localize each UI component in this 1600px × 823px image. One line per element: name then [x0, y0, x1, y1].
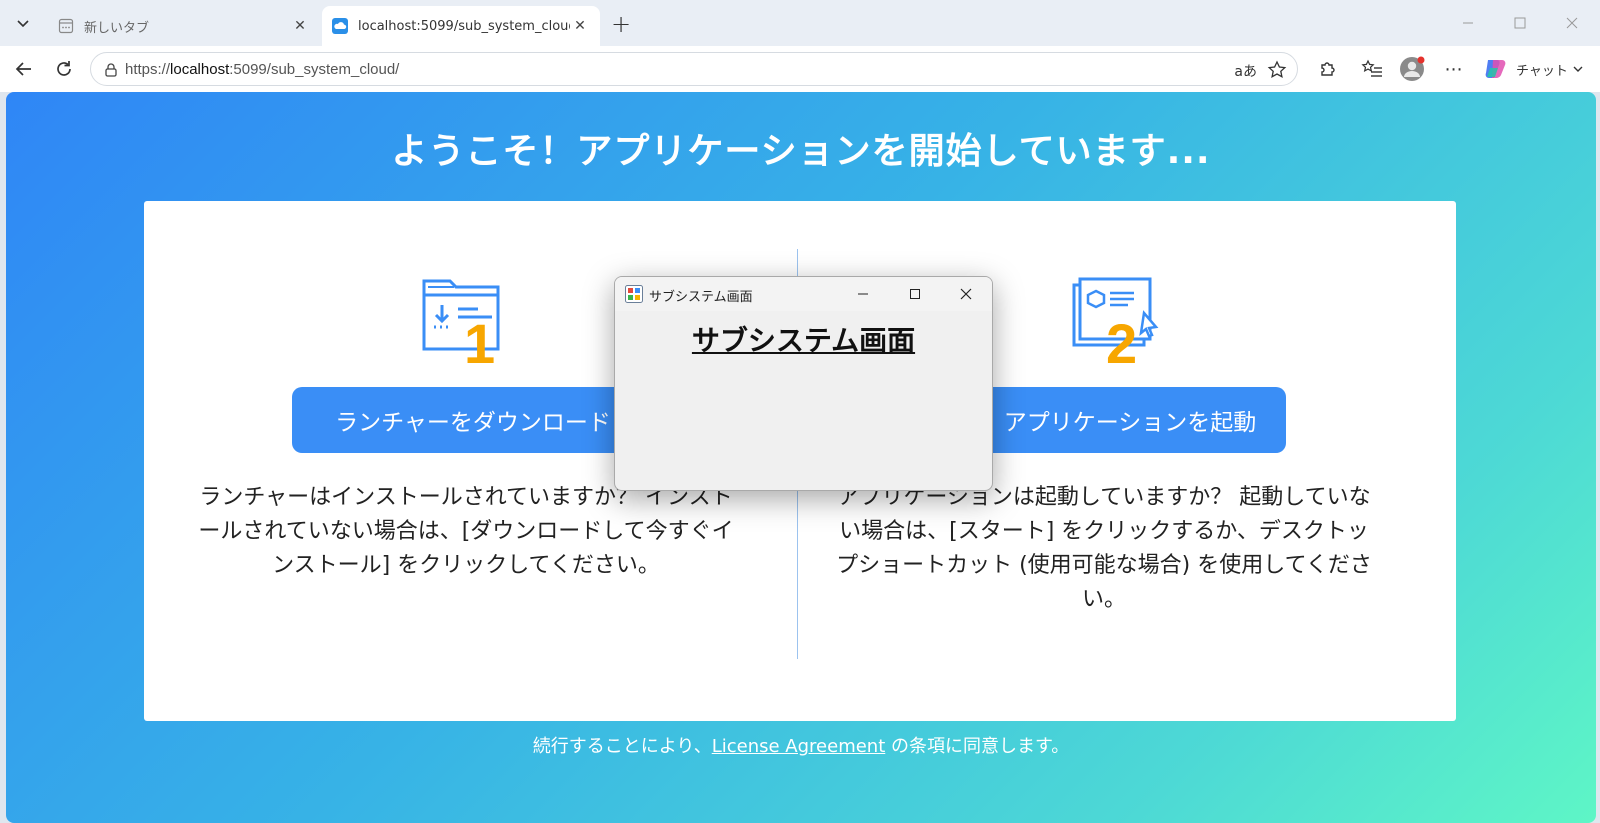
favorite-star-icon[interactable]: [1267, 60, 1287, 80]
footer-text-after: の条項に同意します。: [885, 736, 1070, 757]
tab-close-icon[interactable]: ✕: [570, 16, 590, 36]
refresh-icon: [57, 61, 71, 76]
step2-description: アプリケーションは起動していますか？ 起動していない場合は、[スタート] をクリ…: [836, 485, 1372, 612]
tab-new-tab[interactable]: 新しいタブ ✕: [48, 6, 320, 46]
profile-button[interactable]: [1396, 54, 1428, 84]
dialog-heading: サブシステム画面: [691, 324, 916, 357]
maximize-window-button[interactable]: [1494, 0, 1546, 46]
extensions-button[interactable]: [1312, 54, 1344, 84]
step-number: 2: [1106, 312, 1137, 367]
refresh-button[interactable]: [48, 54, 80, 84]
download-launcher-button[interactable]: ランチャーをダウンロード: [292, 387, 654, 453]
download-folder-icon: 1: [422, 279, 500, 367]
read-aloud-icon[interactable]: aあ: [1234, 61, 1257, 81]
chevron-down-icon: [1573, 66, 1583, 72]
dialog-title: サブシステム画面: [649, 290, 753, 305]
back-arrow-icon: [15, 62, 31, 76]
browser-tab-bar: 新しいタブ ✕ localhost:5099/sub_system_cloud/…: [0, 0, 1600, 46]
back-button[interactable]: [8, 54, 40, 84]
lock-icon: [105, 63, 117, 77]
dialog-minimize-button[interactable]: [837, 277, 889, 311]
copilot-label: チャット: [1516, 63, 1568, 79]
url-path: :5099/sub_system_cloud/: [229, 60, 400, 78]
url-host: localhost: [170, 60, 230, 78]
subsystem-dialog-window[interactable]: サブシステム画面 サブシステム画面: [614, 276, 993, 491]
more-dots-icon: ⋯: [1444, 58, 1464, 80]
url-text[interactable]: https://localhost:5099/sub_system_cloud/: [125, 61, 1297, 78]
copilot-icon: [1485, 60, 1506, 78]
minimize-icon: [858, 293, 868, 295]
tab-title: 新しいタブ: [84, 20, 150, 36]
copilot-chat-button[interactable]: チャット: [1478, 52, 1590, 86]
app-window-icon: [625, 285, 643, 303]
close-icon: [1566, 17, 1578, 29]
new-tab-page-icon: [58, 18, 74, 34]
footer-text-before: 続行することにより、: [532, 736, 712, 757]
browser-toolbar: https://localhost:5099/sub_system_cloud/…: [0, 46, 1600, 92]
avatar-icon: [1400, 56, 1425, 81]
minimize-window-button[interactable]: [1442, 0, 1494, 46]
tab-close-icon[interactable]: ✕: [290, 16, 310, 36]
page-headline: ようこそ！アプリケーションを開始しています...: [391, 131, 1211, 172]
step-number: 1: [464, 312, 495, 367]
step1-description: ランチャーはインストールされていますか？ インストールされていない場合は、[ダウ…: [198, 485, 734, 578]
dialog-titlebar[interactable]: サブシステム画面: [615, 277, 992, 311]
close-window-button[interactable]: [1546, 0, 1598, 46]
favorites-button[interactable]: [1356, 54, 1388, 84]
chevron-down-icon: [17, 20, 29, 28]
favorites-list-icon: [1361, 59, 1382, 77]
cloud-app-icon: [332, 18, 348, 34]
new-tab-button[interactable]: +: [606, 10, 636, 38]
puzzle-icon: [1321, 62, 1335, 76]
maximize-icon: [910, 289, 920, 299]
launch-app-icon: 2: [1072, 277, 1159, 367]
tab-title: localhost:5099/sub_system_cloud/: [358, 18, 570, 34]
tab-list-button[interactable]: [6, 8, 40, 38]
minimize-icon: [1463, 22, 1473, 24]
maximize-icon: [1514, 17, 1526, 29]
license-footer: 続行することにより、License Agreement の条項に同意します。: [6, 732, 1596, 758]
tab-localhost[interactable]: localhost:5099/sub_system_cloud/ ✕: [322, 6, 600, 46]
dialog-maximize-button[interactable]: [889, 277, 941, 311]
url-prefix: https://: [125, 60, 171, 78]
dialog-close-button[interactable]: [940, 277, 992, 311]
settings-more-button[interactable]: ⋯: [1438, 54, 1470, 84]
license-agreement-link[interactable]: License Agreement: [712, 736, 886, 757]
close-icon: [960, 288, 972, 300]
address-bar[interactable]: https://localhost:5099/sub_system_cloud/…: [90, 52, 1298, 86]
